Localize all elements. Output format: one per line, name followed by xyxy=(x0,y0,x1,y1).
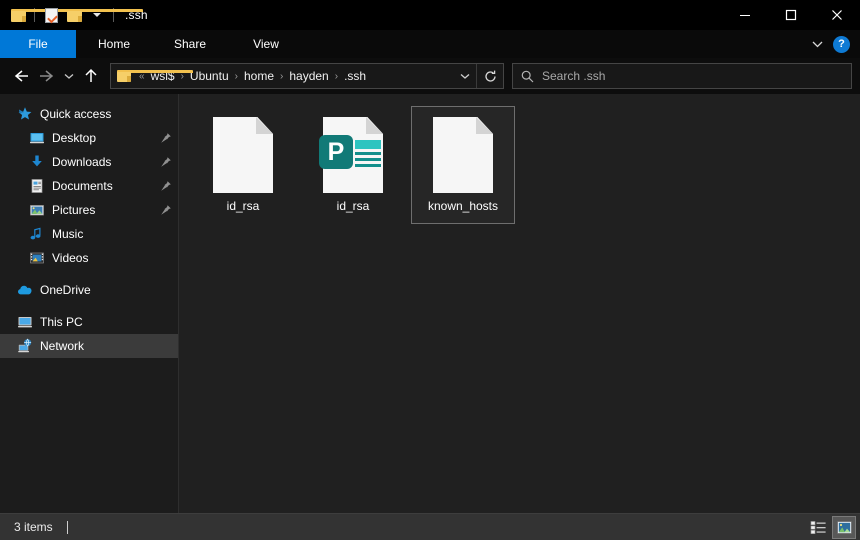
sidebar-label: Network xyxy=(40,339,84,353)
videos-icon xyxy=(28,250,45,267)
sidebar-label: This PC xyxy=(40,315,83,329)
search-input[interactable]: Search .ssh xyxy=(542,69,605,83)
item-count-label: 3 items xyxy=(14,520,53,534)
sidebar-item-onedrive[interactable]: OneDrive xyxy=(0,278,178,302)
sidebar-item-this-pc[interactable]: This PC xyxy=(0,310,178,334)
ribbon-tab-bar: File Home Share View ? xyxy=(0,30,860,58)
pin-icon[interactable] xyxy=(160,156,172,168)
sidebar-label: OneDrive xyxy=(40,283,91,297)
file-item-known-hosts[interactable]: known_hosts xyxy=(411,106,515,224)
powerpoint-badge-letter: P xyxy=(319,135,353,169)
navigation-pane: Quick access Desktop xyxy=(0,94,179,513)
large-icons-view-button[interactable] xyxy=(832,516,856,539)
desktop-icon xyxy=(28,130,45,147)
pin-icon[interactable] xyxy=(160,180,172,192)
folder-icon-address xyxy=(111,70,136,82)
tab-file[interactable]: File xyxy=(0,30,76,58)
window-controls xyxy=(722,0,860,30)
sidebar-label: Desktop xyxy=(52,131,96,145)
forward-button[interactable] xyxy=(34,63,60,89)
file-name: id_rsa xyxy=(227,199,260,213)
chevron-down-icon[interactable] xyxy=(811,38,823,50)
sidebar-item-network[interactable]: Network xyxy=(0,334,178,358)
documents-icon xyxy=(28,178,45,195)
generic-file-icon xyxy=(209,113,277,197)
status-bar: 3 items xyxy=(0,513,860,540)
sidebar-item-quick-access[interactable]: Quick access xyxy=(0,102,178,126)
pictures-icon xyxy=(28,202,45,219)
sidebar-group-gap-1 xyxy=(0,270,178,278)
status-divider xyxy=(67,521,68,534)
sidebar-label: Videos xyxy=(52,251,88,265)
breadcrumb-item-hayden[interactable]: hayden xyxy=(286,69,331,83)
sidebar-label: Pictures xyxy=(52,203,95,217)
breadcrumb-item-ubuntu[interactable]: Ubuntu xyxy=(187,69,232,83)
generic-file-icon xyxy=(429,113,497,197)
back-button[interactable] xyxy=(8,63,34,89)
maximize-button[interactable] xyxy=(768,0,814,30)
details-view-button[interactable] xyxy=(806,516,830,539)
file-name: known_hosts xyxy=(428,199,498,213)
powerpoint-file-icon: P xyxy=(319,113,387,197)
address-bar-row: « wsl$ › Ubuntu › home › hayden › .ssh xyxy=(0,58,860,94)
breadcrumb-item-ssh[interactable]: .ssh xyxy=(341,69,369,83)
file-item-id-rsa[interactable]: id_rsa xyxy=(191,106,295,224)
sidebar-label: Quick access xyxy=(40,107,111,121)
breadcrumb-separator-4[interactable]: › xyxy=(332,71,341,82)
minimize-button[interactable] xyxy=(722,0,768,30)
close-button[interactable] xyxy=(814,0,860,30)
this-pc-icon xyxy=(16,314,33,331)
sidebar-label: Music xyxy=(52,227,83,241)
address-bar[interactable]: « wsl$ › Ubuntu › home › hayden › .ssh xyxy=(110,63,504,89)
up-button[interactable] xyxy=(78,63,104,89)
sidebar-label: Documents xyxy=(52,179,113,193)
tab-share[interactable]: Share xyxy=(152,30,228,58)
breadcrumb-item-home[interactable]: home xyxy=(241,69,277,83)
file-name: id_rsa xyxy=(337,199,370,213)
title-bar: .ssh xyxy=(0,0,860,30)
previous-locations-icon[interactable] xyxy=(454,64,476,88)
sidebar-group-gap-2 xyxy=(0,302,178,310)
search-box[interactable]: Search .ssh xyxy=(512,63,852,89)
breadcrumb-separator-2[interactable]: › xyxy=(232,71,241,82)
folder-icon[interactable] xyxy=(8,5,28,25)
file-grid: id_rsa P xyxy=(191,106,860,230)
pin-icon[interactable] xyxy=(160,132,172,144)
sidebar-item-music[interactable]: Music xyxy=(0,222,178,246)
sidebar-item-downloads[interactable]: Downloads xyxy=(0,150,178,174)
breadcrumb-separator-3[interactable]: › xyxy=(277,71,286,82)
view-mode-buttons xyxy=(806,516,856,539)
sidebar-label: Downloads xyxy=(52,155,111,169)
downloads-icon xyxy=(28,154,45,171)
sidebar-item-videos[interactable]: Videos xyxy=(0,246,178,270)
pin-icon[interactable] xyxy=(160,204,172,216)
file-item-id-rsa-ppt[interactable]: P id_rsa xyxy=(301,106,405,224)
search-icon xyxy=(513,70,538,83)
onedrive-icon xyxy=(16,282,33,299)
quick-access-toolbar xyxy=(0,5,117,25)
file-list-view[interactable]: id_rsa P xyxy=(179,94,860,513)
sidebar-item-desktop[interactable]: Desktop xyxy=(0,126,178,150)
explorer-body: Quick access Desktop xyxy=(0,94,860,513)
ribbon-controls: ? xyxy=(811,30,860,58)
recent-locations-button[interactable] xyxy=(60,63,78,89)
tab-view[interactable]: View xyxy=(228,30,304,58)
star-icon xyxy=(16,106,33,123)
network-icon xyxy=(16,338,33,355)
new-folder-icon[interactable] xyxy=(64,5,84,25)
sidebar-item-pictures[interactable]: Pictures xyxy=(0,198,178,222)
music-icon xyxy=(28,226,45,243)
refresh-icon[interactable] xyxy=(476,64,503,88)
tab-home[interactable]: Home xyxy=(76,30,152,58)
sidebar-item-documents[interactable]: Documents xyxy=(0,174,178,198)
help-icon[interactable]: ? xyxy=(833,36,850,53)
file-explorer-window: .ssh File Home Share View ? xyxy=(0,0,860,540)
address-bar-controls xyxy=(454,64,503,88)
